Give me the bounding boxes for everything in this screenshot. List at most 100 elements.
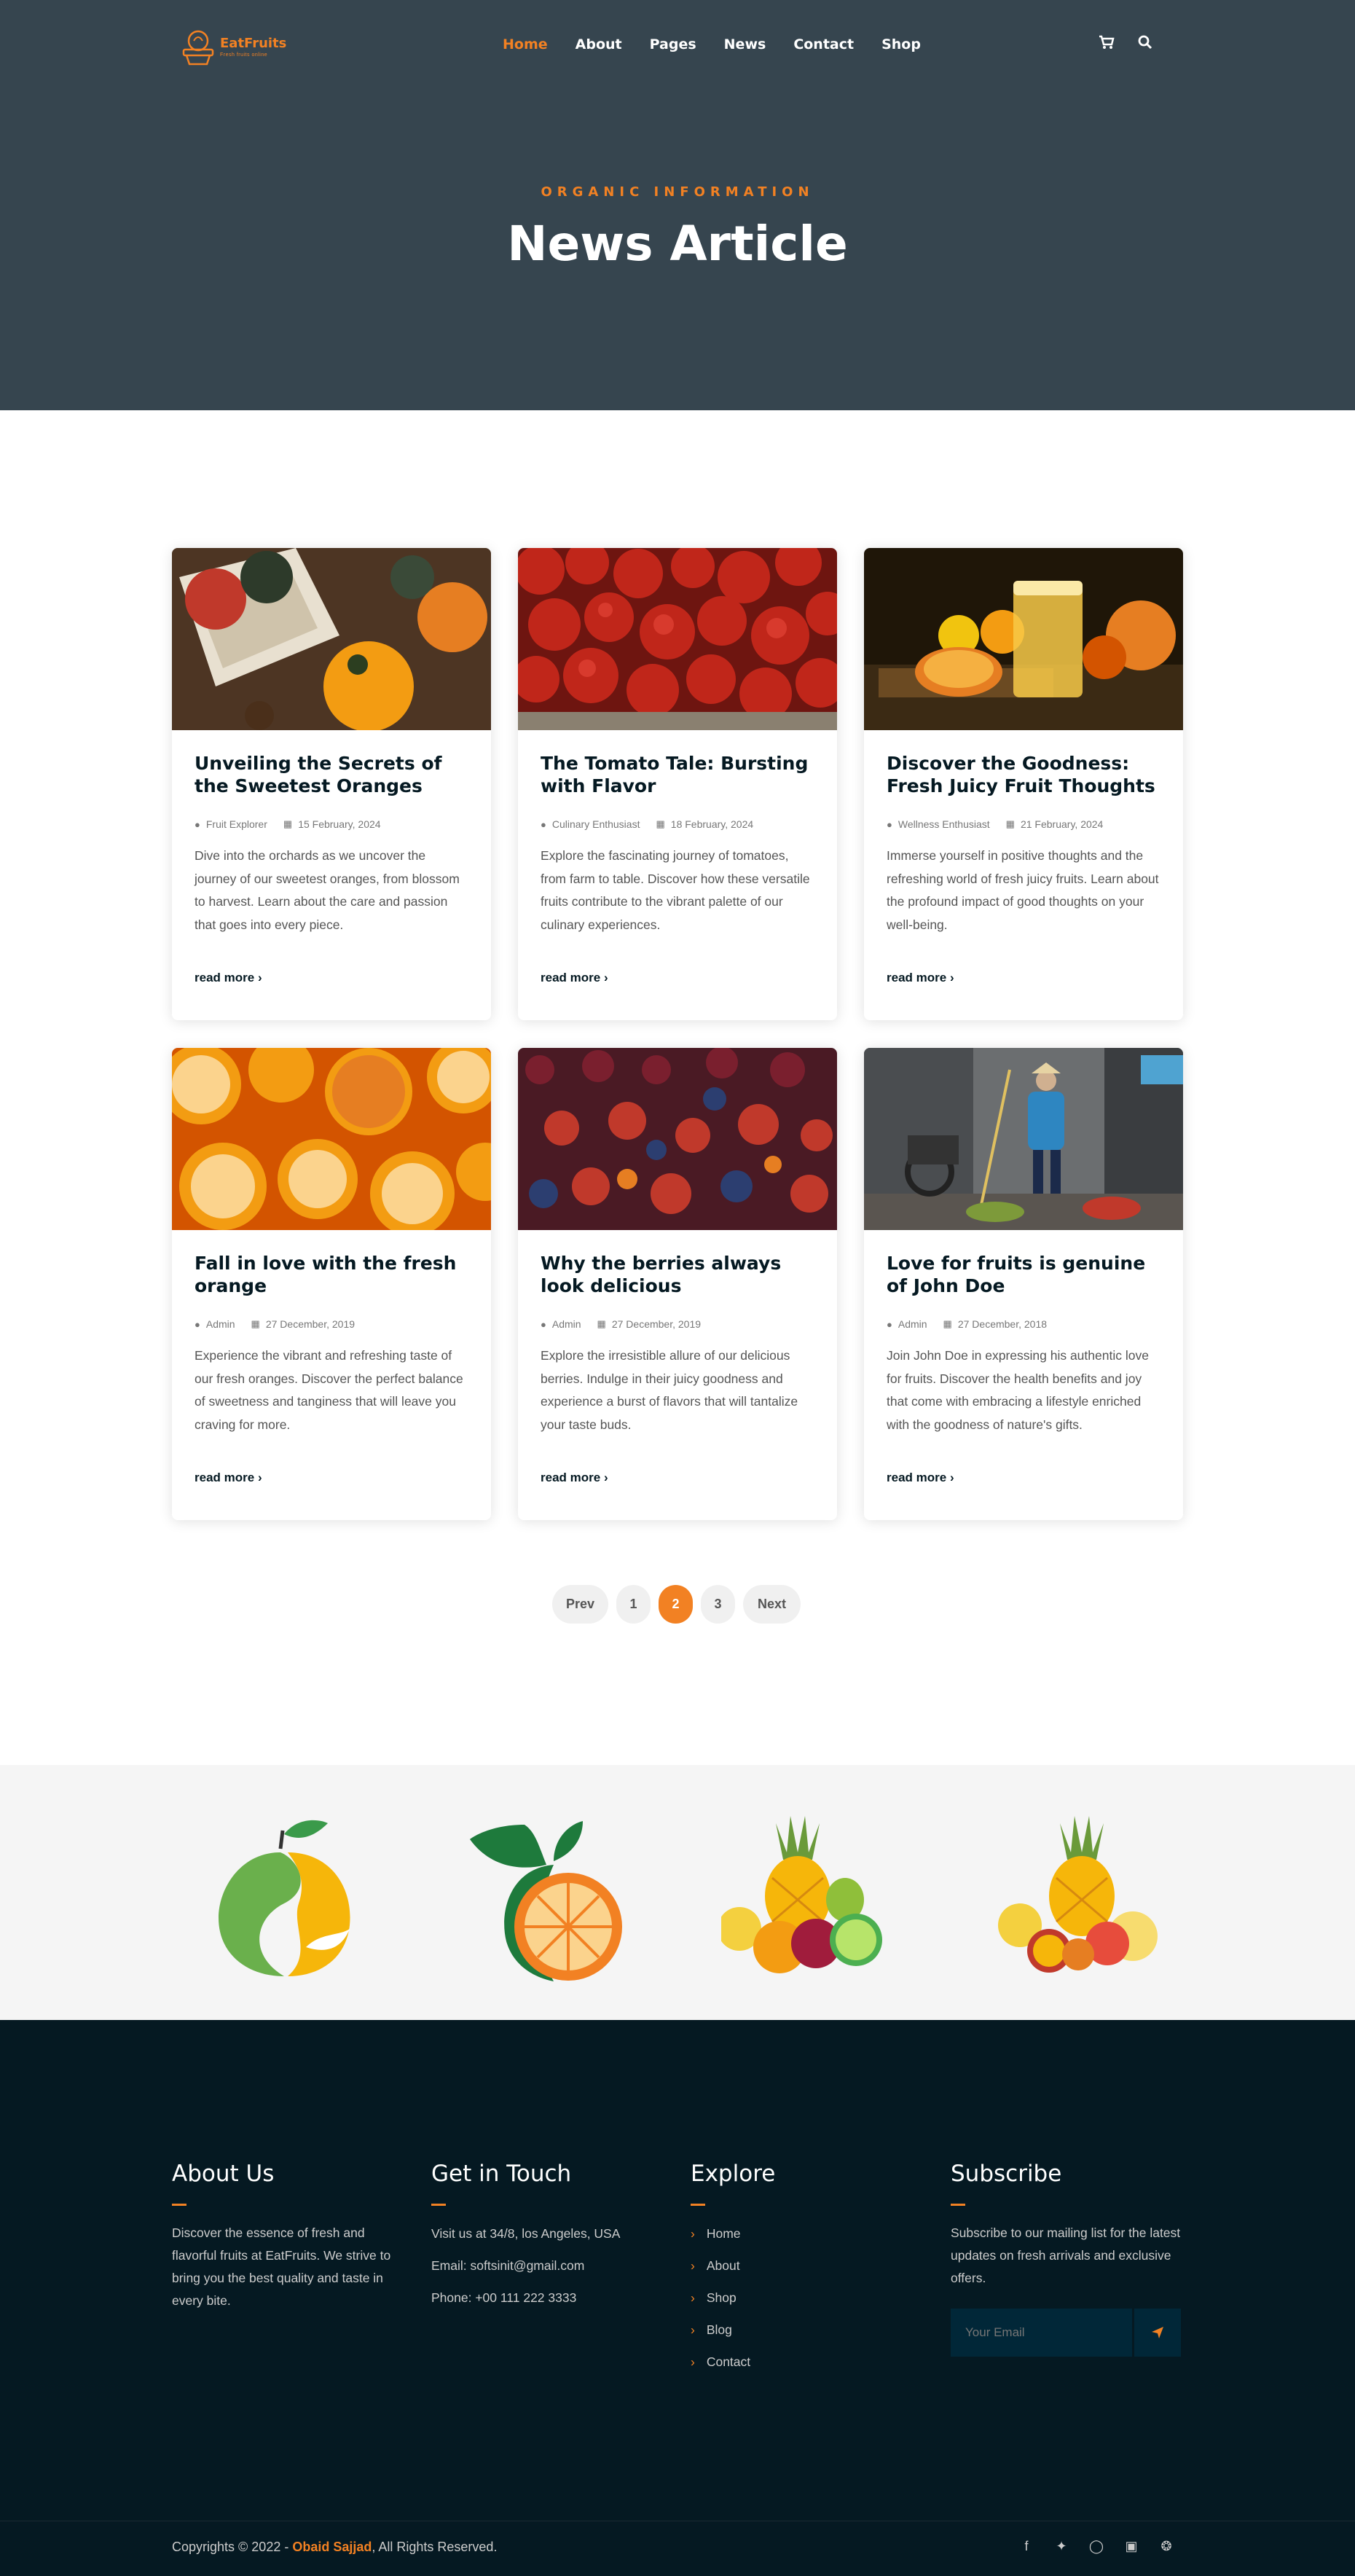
page-1-button[interactable]: 1 (616, 1585, 651, 1624)
footer-link-label: Blog (706, 2322, 732, 2337)
mango-logo-icon (219, 1820, 350, 1976)
next-page-button[interactable]: Next (743, 1585, 801, 1624)
chevron-right-icon: › (949, 1471, 954, 1484)
user-icon: ● (887, 1318, 892, 1330)
article-title[interactable]: The Tomato Tale: Bursting with Flavor (541, 752, 815, 797)
nav-contact[interactable]: Contact (793, 36, 854, 52)
article-date: 27 December, 2019 (265, 1318, 356, 1330)
article-excerpt: Dive into the orchards as we uncover the… (195, 848, 460, 932)
dribbble-icon[interactable]: ❂ (1158, 2539, 1174, 2554)
chevron-right-icon: › (691, 2322, 695, 2337)
send-icon (1152, 2327, 1163, 2338)
nav-home[interactable]: Home (503, 36, 548, 52)
calendar-icon: ▦ (597, 1318, 606, 1329)
title-underline (691, 2204, 705, 2206)
calendar-icon: ▦ (251, 1318, 260, 1329)
article-title[interactable]: Why the berries always look delicious (541, 1252, 815, 1297)
footer-about: About Us Discover the essence of fresh a… (172, 2161, 405, 2312)
hero-subtitle: ORGANIC INFORMATION (541, 184, 814, 200)
subscribe-button[interactable] (1134, 2309, 1181, 2357)
user-icon: ● (887, 818, 892, 830)
read-more-link[interactable]: read more › (887, 1471, 954, 1485)
partner-logos (0, 1765, 1355, 2020)
site-logo[interactable]: EatFruits Fresh fruits online (181, 28, 290, 66)
read-more-link[interactable]: read more › (195, 971, 262, 985)
hero-section: EatFruits Fresh fruits online Home About… (0, 0, 1355, 410)
article-image-tomatoes[interactable] (518, 548, 837, 730)
article-title[interactable]: Fall in love with the fresh orange (195, 1252, 469, 1297)
fruit-basket-logo-icon (998, 1816, 1158, 1973)
article-image-orange-halves[interactable] (172, 1048, 491, 1230)
email-input[interactable] (951, 2309, 1132, 2357)
read-more-link[interactable]: read more › (195, 1471, 262, 1485)
brand-tagline: Fresh fruits online (220, 52, 268, 58)
nav-pages[interactable]: Pages (650, 36, 696, 52)
user-icon: ● (541, 1318, 546, 1330)
search-icon[interactable] (1138, 35, 1152, 54)
cart-icon[interactable] (1099, 35, 1115, 54)
footer-contact: Get in Touch Visit us at 34/8, los Angel… (431, 2161, 664, 2314)
footer-link-label: Contact (706, 2354, 751, 2369)
header-actions (1099, 35, 1152, 54)
footer-links: › Home › About › Shop › Blog › Contact (691, 2217, 909, 2378)
facebook-icon[interactable]: f (1018, 2539, 1034, 2554)
news-card: Why the berries always look delicious ● … (518, 1048, 837, 1520)
footer-explore: Explore › Home › About › Shop › Blog › Contac… (691, 2161, 909, 2378)
article-title[interactable]: Unveiling the Secrets of the Sweetest Or… (195, 752, 469, 797)
article-meta: ● Admin ▦ 27 December, 2018 (887, 1317, 1161, 1331)
tropical-fruits-logo-icon (721, 1816, 882, 1973)
footer-link-blog[interactable]: › Blog (691, 2314, 909, 2346)
article-meta: ● Wellness Enthusiast ▦ 21 February, 202… (887, 817, 1161, 831)
nav-news[interactable]: News (724, 36, 766, 52)
page-2-button[interactable]: 2 (659, 1585, 693, 1624)
read-more-link[interactable]: read more › (887, 971, 954, 985)
news-card: Fall in love with the fresh orange ● Adm… (172, 1048, 491, 1520)
article-excerpt: Experience the vibrant and refreshing ta… (195, 1348, 463, 1432)
linkedin-icon[interactable]: ▣ (1123, 2539, 1139, 2554)
article-title[interactable]: Discover the Goodness: Fresh Juicy Fruit… (887, 752, 1161, 797)
read-more-link[interactable]: read more › (541, 1471, 608, 1485)
copyright-author-link[interactable]: Obaid Sajjad (292, 2540, 372, 2554)
copyright-text: Copyrights © 2022 - Obaid Sajjad, All Ri… (172, 2540, 497, 2555)
prev-page-button[interactable]: Prev (552, 1585, 608, 1624)
nav-shop[interactable]: Shop (881, 36, 921, 52)
article-image-street-vendor[interactable] (864, 1048, 1183, 1230)
footer-link-shop[interactable]: › Shop (691, 2282, 909, 2314)
twitter-icon[interactable]: ✦ (1053, 2539, 1069, 2554)
contact-email[interactable]: Email: softsinit@gmail.com (431, 2250, 664, 2282)
article-author: Wellness Enthusiast (898, 818, 990, 830)
calendar-icon: ▦ (283, 818, 293, 829)
contact-phone[interactable]: Phone: +00 111 222 3333 (431, 2282, 664, 2314)
nav-about[interactable]: About (576, 36, 622, 52)
article-date: 15 February, 2024 (298, 818, 381, 830)
calendar-icon: ▦ (656, 818, 665, 829)
basket-logo-icon (182, 30, 214, 66)
article-title[interactable]: Love for fruits is genuine of John Doe (887, 1252, 1161, 1297)
chevron-right-icon: › (949, 971, 954, 984)
news-card: The Tomato Tale: Bursting with Flavor ● … (518, 548, 837, 1020)
read-more-label: read more (887, 1471, 947, 1484)
article-image-orange-juice[interactable] (864, 548, 1183, 730)
article-author: Admin (551, 1318, 581, 1330)
chevron-right-icon: › (691, 2258, 695, 2273)
footer-link-about[interactable]: › About (691, 2250, 909, 2282)
article-meta: ● Fruit Explorer ▦ 15 February, 2024 (195, 817, 469, 831)
chevron-right-icon: › (257, 1471, 262, 1484)
top-navigation-bar: EatFruits Fresh fruits online Home About… (0, 0, 1355, 95)
read-more-link[interactable]: read more › (541, 971, 608, 985)
footer-subscribe: Subscribe Subscribe to our mailing list … (951, 2161, 1184, 2357)
article-image-berries[interactable] (518, 1048, 837, 1230)
page-3-button[interactable]: 3 (701, 1585, 735, 1624)
contact-address: Visit us at 34/8, los Angeles, USA (431, 2226, 621, 2241)
read-more-label: read more (541, 971, 601, 984)
article-meta: ● Culinary Enthusiast ▦ 18 February, 202… (541, 817, 815, 831)
footer-link-contact[interactable]: › Contact (691, 2346, 909, 2378)
news-grid: Unveiling the Secrets of the Sweetest Or… (172, 548, 1183, 1520)
article-image-pumpkins[interactable] (172, 548, 491, 730)
article-date: 21 February, 2024 (1020, 818, 1104, 830)
instagram-icon[interactable]: ◯ (1088, 2539, 1104, 2554)
social-links: f ✦ ◯ ▣ ❂ (1018, 2539, 1174, 2554)
read-more-label: read more (887, 971, 947, 984)
footer-link-label: About (706, 2258, 740, 2273)
footer-link-home[interactable]: › Home (691, 2217, 909, 2250)
